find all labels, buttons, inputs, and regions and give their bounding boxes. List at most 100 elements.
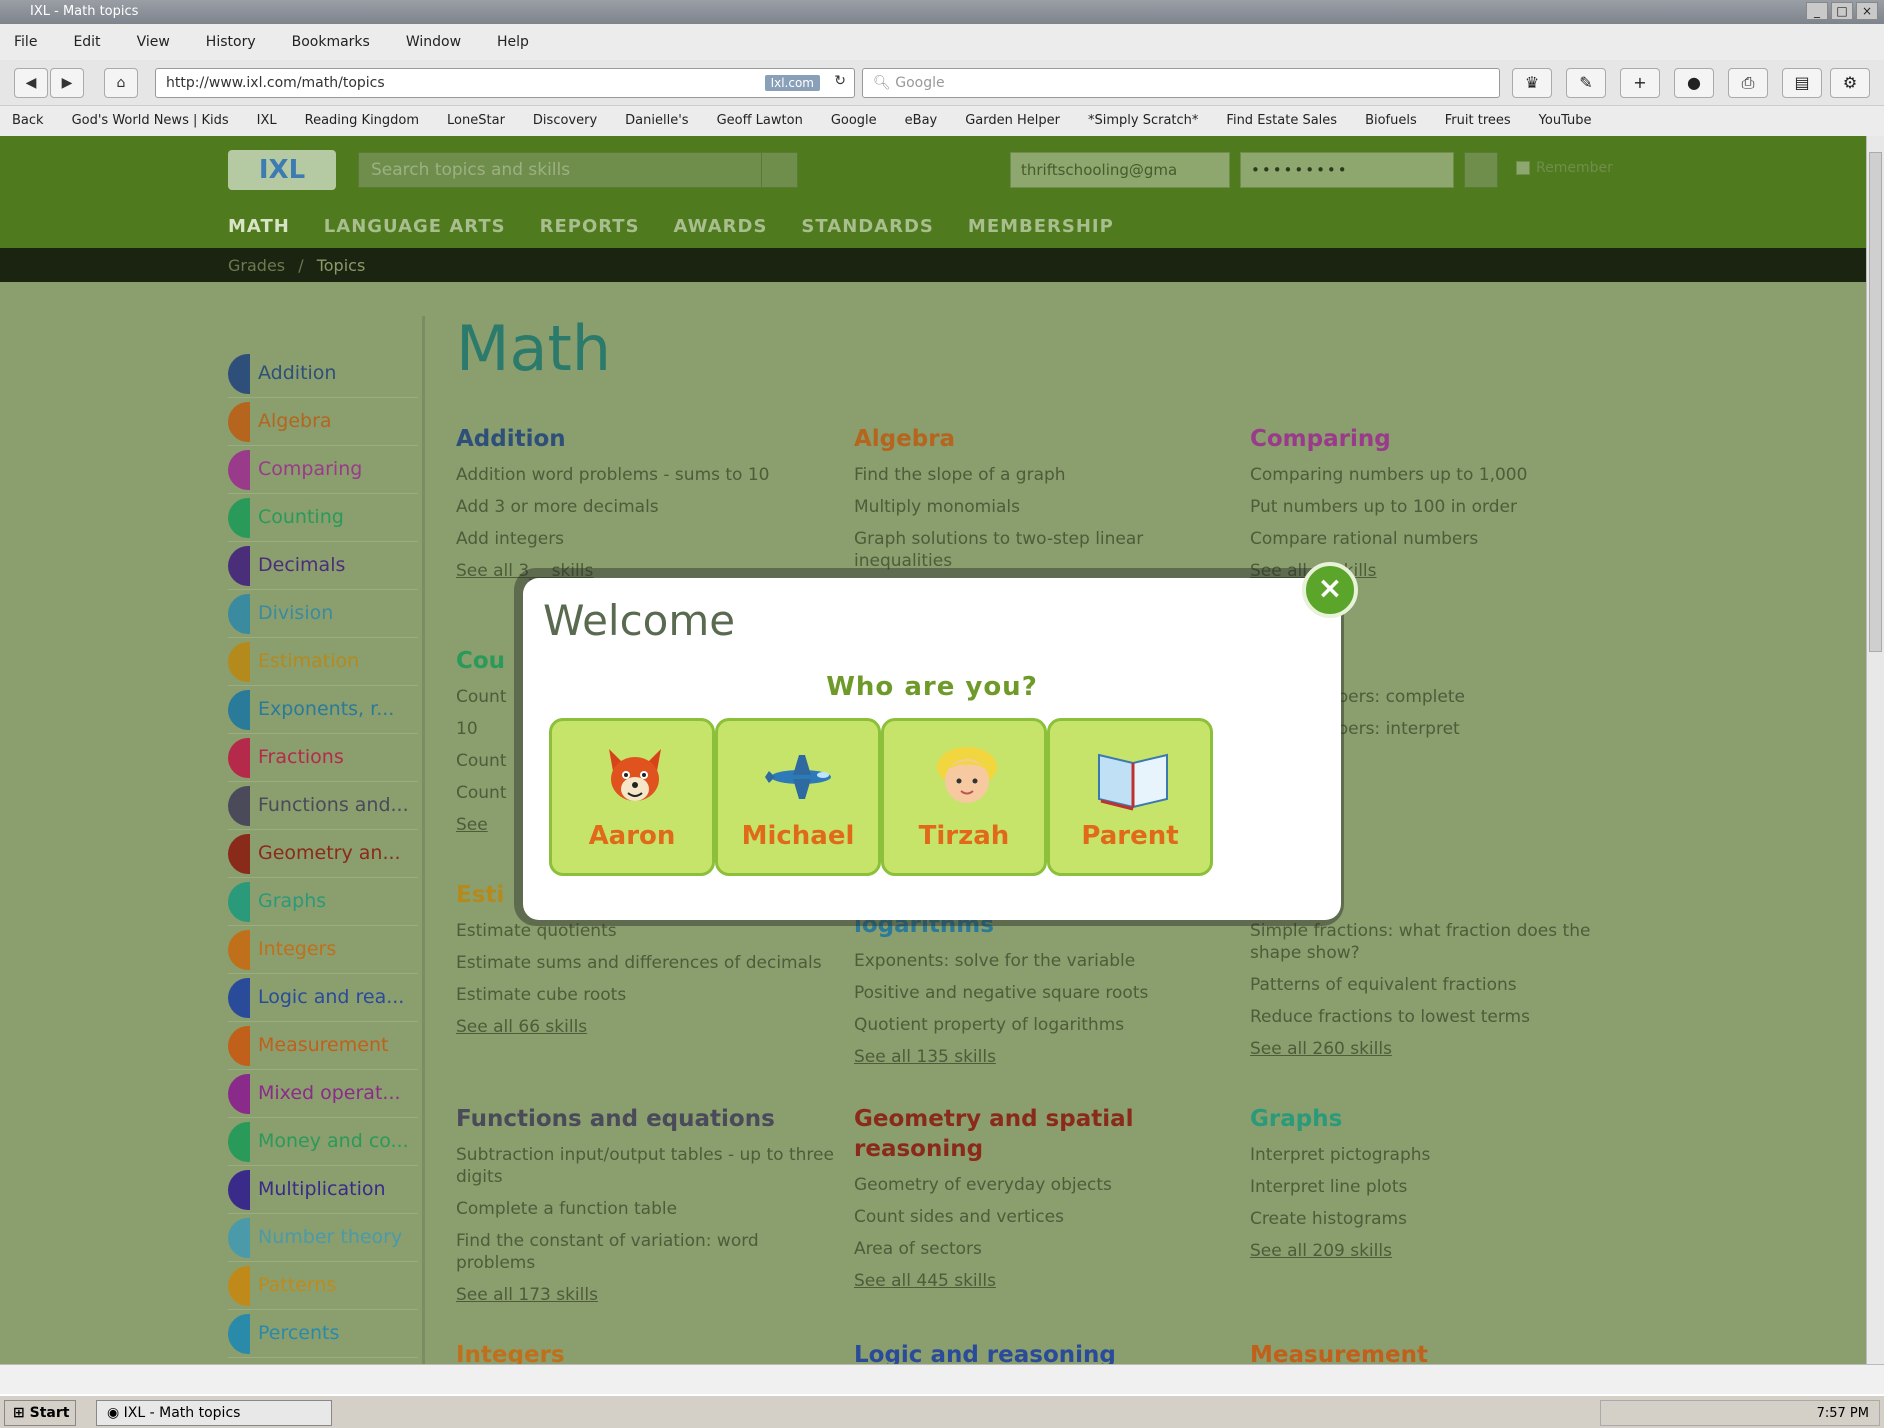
topic-title[interactable]: Logic and reasoning [854, 1340, 1234, 1364]
topic-title[interactable]: Addition [456, 424, 836, 454]
skill-link[interactable]: Add 3 or more decimals [456, 496, 836, 518]
menu-file[interactable]: File [14, 34, 37, 60]
user-card-aaron[interactable]: Aaron [549, 718, 715, 876]
sidebar-item[interactable]: Integers [228, 926, 418, 974]
skill-link[interactable]: Geometry of everyday objects [854, 1174, 1234, 1196]
skill-link[interactable]: Addition word problems - sums to 10 [456, 464, 836, 486]
see-all-skills-link[interactable]: See all 445 skills [854, 1270, 1234, 1292]
skill-link[interactable]: Find the slope of a graph [854, 464, 1234, 486]
sidebar-item[interactable]: Geometry an... [228, 830, 418, 878]
topic-search-input[interactable]: Search topics and skills [358, 152, 798, 188]
taskbar-window-item[interactable]: ◉ IXL - Math topics [96, 1400, 332, 1426]
topic-title[interactable]: Graphs [1250, 1104, 1630, 1134]
skill-link[interactable]: Quotient property of logarithms [854, 1014, 1234, 1036]
forward-button[interactable]: ▶ [50, 68, 84, 98]
back-button[interactable]: ◀ [14, 68, 48, 98]
user-card-michael[interactable]: Michael [715, 718, 881, 876]
user-card-tirzah[interactable]: Tirzah [881, 718, 1047, 876]
add-icon[interactable]: + [1620, 68, 1660, 98]
sidebar-item[interactable]: Comparing [228, 446, 418, 494]
sidebar-item[interactable]: Number theory [228, 1214, 418, 1262]
remember-checkbox[interactable]: Remember [1516, 160, 1613, 176]
bookmark-item[interactable]: LoneStar [447, 113, 505, 136]
see-all-skills-link[interactable]: See all 66 skills [456, 1016, 836, 1038]
bookmark-item[interactable]: Biofuels [1365, 113, 1417, 136]
minimize-button[interactable]: _ [1806, 2, 1828, 20]
reload-icon[interactable]: ↻ [834, 73, 846, 89]
maximize-button[interactable]: □ [1831, 2, 1853, 20]
sidebar-item[interactable]: Decimals [228, 542, 418, 590]
skill-link[interactable]: Create histograms [1250, 1208, 1630, 1230]
sidebar-item[interactable]: Money and co... [228, 1118, 418, 1166]
password-field[interactable]: ••••••••• [1240, 152, 1454, 188]
username-field[interactable]: thriftschooling@gma [1010, 152, 1230, 188]
bookmark-item[interactable]: Google [831, 113, 877, 136]
sidebar-item[interactable]: Patterns [228, 1262, 418, 1310]
sidebar-item[interactable]: Fractions [228, 734, 418, 782]
nav-membership[interactable]: MEMBERSHIP [968, 216, 1114, 237]
see-all-skills-link[interactable]: See all 209 skills [1250, 1240, 1630, 1262]
bookmark-item[interactable]: Back [12, 113, 44, 136]
address-bar[interactable]: http://www.ixl.com/math/topics Ixl.com ↻ [155, 68, 855, 98]
nav-reports[interactable]: REPORTS [540, 216, 640, 237]
skill-link[interactable]: Complete a function table [456, 1198, 836, 1220]
dot-icon[interactable]: ● [1674, 68, 1714, 98]
close-window-button[interactable]: × [1856, 2, 1878, 20]
skill-link[interactable]: Positive and negative square roots [854, 982, 1234, 1004]
skill-link[interactable]: Put numbers up to 100 in order [1250, 496, 1630, 518]
nav-standards[interactable]: STANDARDS [801, 216, 933, 237]
browser-search-input[interactable]: 🔍︎ Google [862, 68, 1500, 98]
bookmark-item[interactable]: YouTube [1539, 113, 1592, 136]
skill-link[interactable]: Reduce fractions to lowest terms [1250, 1006, 1630, 1028]
sidebar-item[interactable]: Percents [228, 1310, 418, 1358]
skill-link[interactable]: Compare rational numbers [1250, 528, 1630, 550]
skill-link[interactable]: Estimate cube roots [456, 984, 836, 1006]
sidebar-item[interactable]: Algebra [228, 398, 418, 446]
bookmark-item[interactable]: Reading Kingdom [305, 113, 419, 136]
skill-link[interactable]: Interpret pictographs [1250, 1144, 1630, 1166]
page-menu-icon[interactable]: ▤ [1782, 68, 1822, 98]
skill-link[interactable]: Find the constant of variation: word pro… [456, 1230, 836, 1274]
skill-link[interactable]: Exponents: solve for the variable [854, 950, 1234, 972]
skill-link[interactable]: Graph solutions to two-step linear inequ… [854, 528, 1234, 572]
menu-edit[interactable]: Edit [73, 34, 100, 60]
modal-close-button[interactable]: × [1302, 562, 1358, 618]
menu-bookmarks[interactable]: Bookmarks [292, 34, 370, 60]
sidebar-item[interactable]: Estimation [228, 638, 418, 686]
sidebar-item[interactable]: Exponents, r... [228, 686, 418, 734]
sidebar-item[interactable]: Measurement [228, 1022, 418, 1070]
crown-icon[interactable]: ♛ [1512, 68, 1552, 98]
sidebar-item[interactable]: Counting [228, 494, 418, 542]
bookmark-item[interactable]: Geoff Lawton [717, 113, 803, 136]
see-all-skills-link[interactable]: See all 135 skills [854, 1046, 1234, 1068]
user-card-parent[interactable]: Parent [1047, 718, 1213, 876]
topic-title[interactable]: Integers [456, 1340, 836, 1364]
menu-view[interactable]: View [137, 34, 170, 60]
sidebar-item[interactable]: Logic and rea... [228, 974, 418, 1022]
skill-link[interactable]: Multiply monomials [854, 496, 1234, 518]
see-all-skills-link[interactable]: See all 173 skills [456, 1284, 836, 1306]
skill-link[interactable]: Interpret line plots [1250, 1176, 1630, 1198]
skill-link[interactable]: Count sides and vertices [854, 1206, 1234, 1228]
sidebar-item[interactable]: Mixed operat... [228, 1070, 418, 1118]
start-button[interactable]: ⊞ Start [4, 1400, 76, 1426]
bookmark-item[interactable]: IXL [257, 113, 277, 136]
bookmark-item[interactable]: Find Estate Sales [1226, 113, 1337, 136]
print-icon[interactable]: ⎙ [1728, 68, 1768, 98]
sidebar-item[interactable]: Multiplication [228, 1166, 418, 1214]
topic-title[interactable]: Comparing [1250, 424, 1630, 454]
sidebar-item[interactable]: Graphs [228, 878, 418, 926]
sidebar-item[interactable]: Functions and... [228, 782, 418, 830]
sidebar-item[interactable]: Division [228, 590, 418, 638]
menu-history[interactable]: History [206, 34, 256, 60]
checkbox-box[interactable] [1516, 161, 1530, 175]
skill-link[interactable]: Patterns of equivalent fractions [1250, 974, 1630, 996]
bookmark-item[interactable]: Discovery [533, 113, 597, 136]
tray-clock[interactable]: 7:57 PM [1817, 1406, 1869, 1421]
bookmark-item[interactable]: God's World News | Kids [72, 113, 229, 136]
pencil-icon[interactable]: ✎ [1566, 68, 1606, 98]
sign-in-button[interactable] [1464, 152, 1498, 188]
nav-language-arts[interactable]: LANGUAGE ARTS [324, 216, 506, 237]
menu-window[interactable]: Window [406, 34, 461, 60]
skill-link[interactable]: Add integers [456, 528, 836, 550]
